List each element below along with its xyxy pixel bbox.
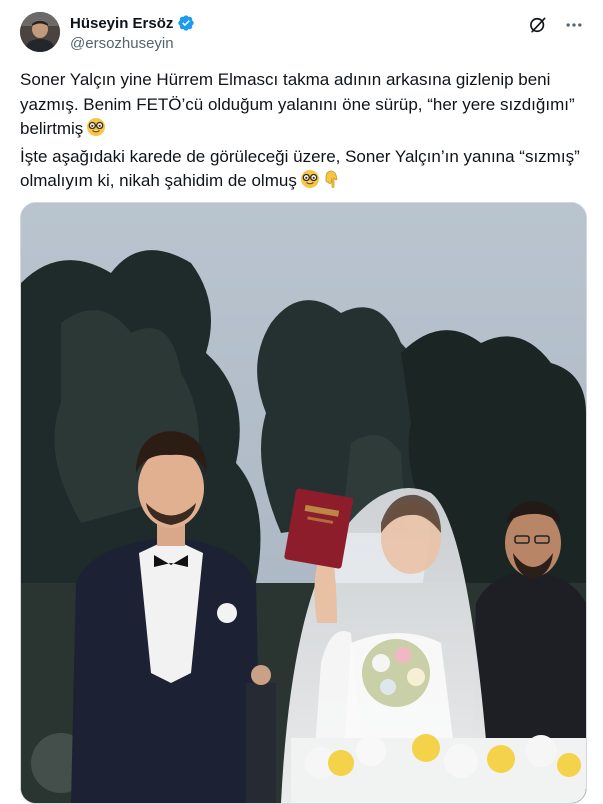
nerd-face-emoji-icon bbox=[300, 169, 320, 197]
avatar-image bbox=[20, 12, 60, 52]
tweet: Hüseyin Ersöz @ersozhuseyin Soner Yalçın… bbox=[0, 0, 603, 804]
more-icon[interactable] bbox=[563, 14, 585, 36]
wedding-photo bbox=[21, 203, 586, 803]
author-name-row: Hüseyin Ersöz bbox=[70, 14, 195, 32]
pointing-down-emoji-icon bbox=[323, 169, 339, 197]
tweet-text: Soner Yalçın yine Hürrem Elmascı takma a… bbox=[20, 68, 585, 197]
tweet-paragraph-2: İşte aşağıdaki karede de görüleceği üzer… bbox=[20, 145, 585, 197]
nerd-face-emoji-icon bbox=[86, 117, 106, 145]
verified-badge-icon bbox=[178, 15, 195, 31]
author-name[interactable]: Hüseyin Ersöz bbox=[70, 15, 173, 32]
tweet-photo[interactable] bbox=[20, 202, 587, 804]
tweet-paragraph-1: Soner Yalçın yine Hürrem Elmascı takma a… bbox=[20, 68, 585, 145]
tweet-actions-top bbox=[527, 14, 585, 36]
grok-icon[interactable] bbox=[527, 14, 549, 36]
avatar[interactable] bbox=[20, 12, 60, 52]
author-handle[interactable]: @ersozhuseyin bbox=[70, 35, 174, 52]
